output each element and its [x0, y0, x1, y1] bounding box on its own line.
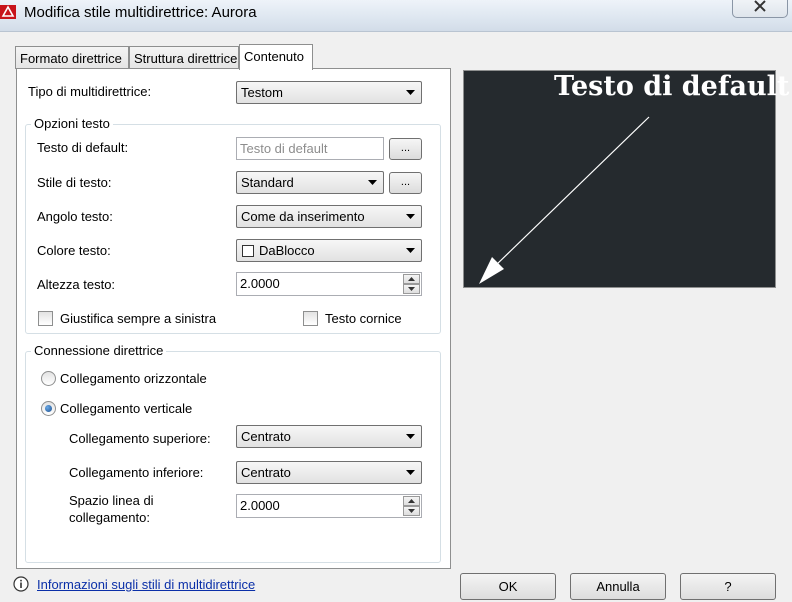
arrow-up-icon — [408, 499, 415, 503]
window-title: Modifica stile multidirettrice: Aurora — [24, 4, 257, 21]
text-color-value: DaBlocco — [259, 243, 315, 258]
horizontal-attachment-label: Collegamento orizzontale — [60, 371, 207, 386]
tab-label: Formato direttrice — [20, 51, 122, 66]
bottom-attachment-dropdown[interactable]: Centrato — [236, 461, 422, 484]
spin-down-button[interactable] — [403, 506, 420, 516]
default-text-field[interactable]: Testo di default — [236, 137, 384, 160]
chevron-down-icon — [406, 248, 415, 253]
text-angle-value: Come da inserimento — [241, 209, 365, 224]
chevron-down-icon — [406, 470, 415, 475]
text-height-value: 2.0000 — [240, 276, 280, 291]
spin-down-button[interactable] — [403, 284, 420, 294]
top-attachment-label: Collegamento superiore: — [69, 431, 211, 446]
vertical-attachment-label: Collegamento verticale — [60, 401, 193, 416]
chevron-down-icon — [406, 434, 415, 439]
spin-up-button[interactable] — [403, 496, 420, 506]
close-icon — [754, 0, 766, 12]
default-text-value: Testo di default — [240, 141, 328, 156]
text-color-dropdown[interactable]: DaBlocco — [236, 239, 422, 262]
title-bar: Modifica stile multidirettrice: Aurora — [0, 0, 792, 32]
multileader-type-label: Tipo di multidirettrice: — [28, 84, 152, 99]
chevron-down-icon — [406, 90, 415, 95]
frame-text-label: Testo cornice — [325, 311, 402, 326]
multileader-type-value: Testom — [241, 85, 283, 100]
landing-gap-label-line2: collegamento: — [69, 510, 150, 525]
default-text-label: Testo di default: — [37, 140, 129, 155]
text-style-value: Standard — [241, 175, 294, 190]
spin-up-button[interactable] — [403, 274, 420, 284]
left-justify-label: Giustifica sempre a sinistra — [60, 311, 217, 326]
close-button[interactable] — [732, 0, 788, 18]
tab-label: Contenuto — [244, 49, 304, 64]
bottom-attachment-label: Collegamento inferiore: — [69, 465, 204, 480]
text-height-spinner[interactable]: 2.0000 — [236, 272, 422, 296]
text-color-label: Colore testo: — [37, 243, 111, 258]
landing-gap-spinner[interactable]: 2.0000 — [236, 494, 422, 518]
landing-gap-label-line1: Spazio linea di — [69, 493, 154, 508]
text-angle-label: Angolo testo: — [37, 209, 113, 224]
tab-struttura-direttrice[interactable]: Struttura direttrice — [129, 46, 239, 69]
leader-connection-title: Connessione direttrice — [31, 343, 167, 358]
bottom-attachment-value: Centrato — [241, 465, 291, 480]
text-style-dropdown[interactable]: Standard — [236, 171, 384, 194]
text-style-browse-button[interactable]: ... — [389, 172, 422, 194]
color-swatch — [242, 245, 254, 257]
tab-label: Struttura direttrice — [134, 51, 238, 66]
tab-formato-direttrice[interactable]: Formato direttrice — [15, 46, 129, 69]
arrow-down-icon — [408, 287, 415, 291]
autocad-app-icon — [0, 5, 16, 19]
horizontal-attachment-radio[interactable] — [41, 371, 56, 386]
landing-gap-value: 2.0000 — [240, 498, 280, 513]
text-options-title: Opzioni testo — [31, 116, 113, 131]
arrow-up-icon — [408, 277, 415, 281]
text-angle-dropdown[interactable]: Come da inserimento — [236, 205, 422, 228]
multileader-type-dropdown[interactable]: Testom — [236, 81, 422, 104]
left-justify-checkbox[interactable] — [38, 311, 53, 326]
help-button[interactable]: ? — [680, 573, 776, 600]
leader-arrow-graphic — [479, 116, 650, 284]
tab-contenuto[interactable]: Contenuto — [239, 44, 313, 70]
text-height-label: Altezza testo: — [37, 277, 116, 292]
default-text-browse-button[interactable]: ... — [389, 138, 422, 160]
vertical-attachment-radio[interactable] — [41, 401, 56, 416]
arrow-down-icon — [408, 509, 415, 513]
text-style-label: Stile di testo: — [37, 175, 112, 190]
frame-text-checkbox[interactable] — [303, 311, 318, 326]
chevron-down-icon — [406, 214, 415, 219]
top-attachment-dropdown[interactable]: Centrato — [236, 425, 422, 448]
multileader-styles-help-link[interactable]: Informazioni sugli stili di multidirettr… — [37, 577, 255, 592]
style-preview: Testo di default — [463, 70, 789, 288]
chevron-down-icon — [368, 180, 377, 185]
contenuto-tab-panel: Tipo di multidirettrice: Testom Opzioni … — [16, 68, 451, 569]
info-icon — [13, 576, 29, 592]
top-attachment-value: Centrato — [241, 429, 291, 444]
cancel-button[interactable]: Annulla — [570, 573, 666, 600]
ok-button[interactable]: OK — [460, 573, 556, 600]
